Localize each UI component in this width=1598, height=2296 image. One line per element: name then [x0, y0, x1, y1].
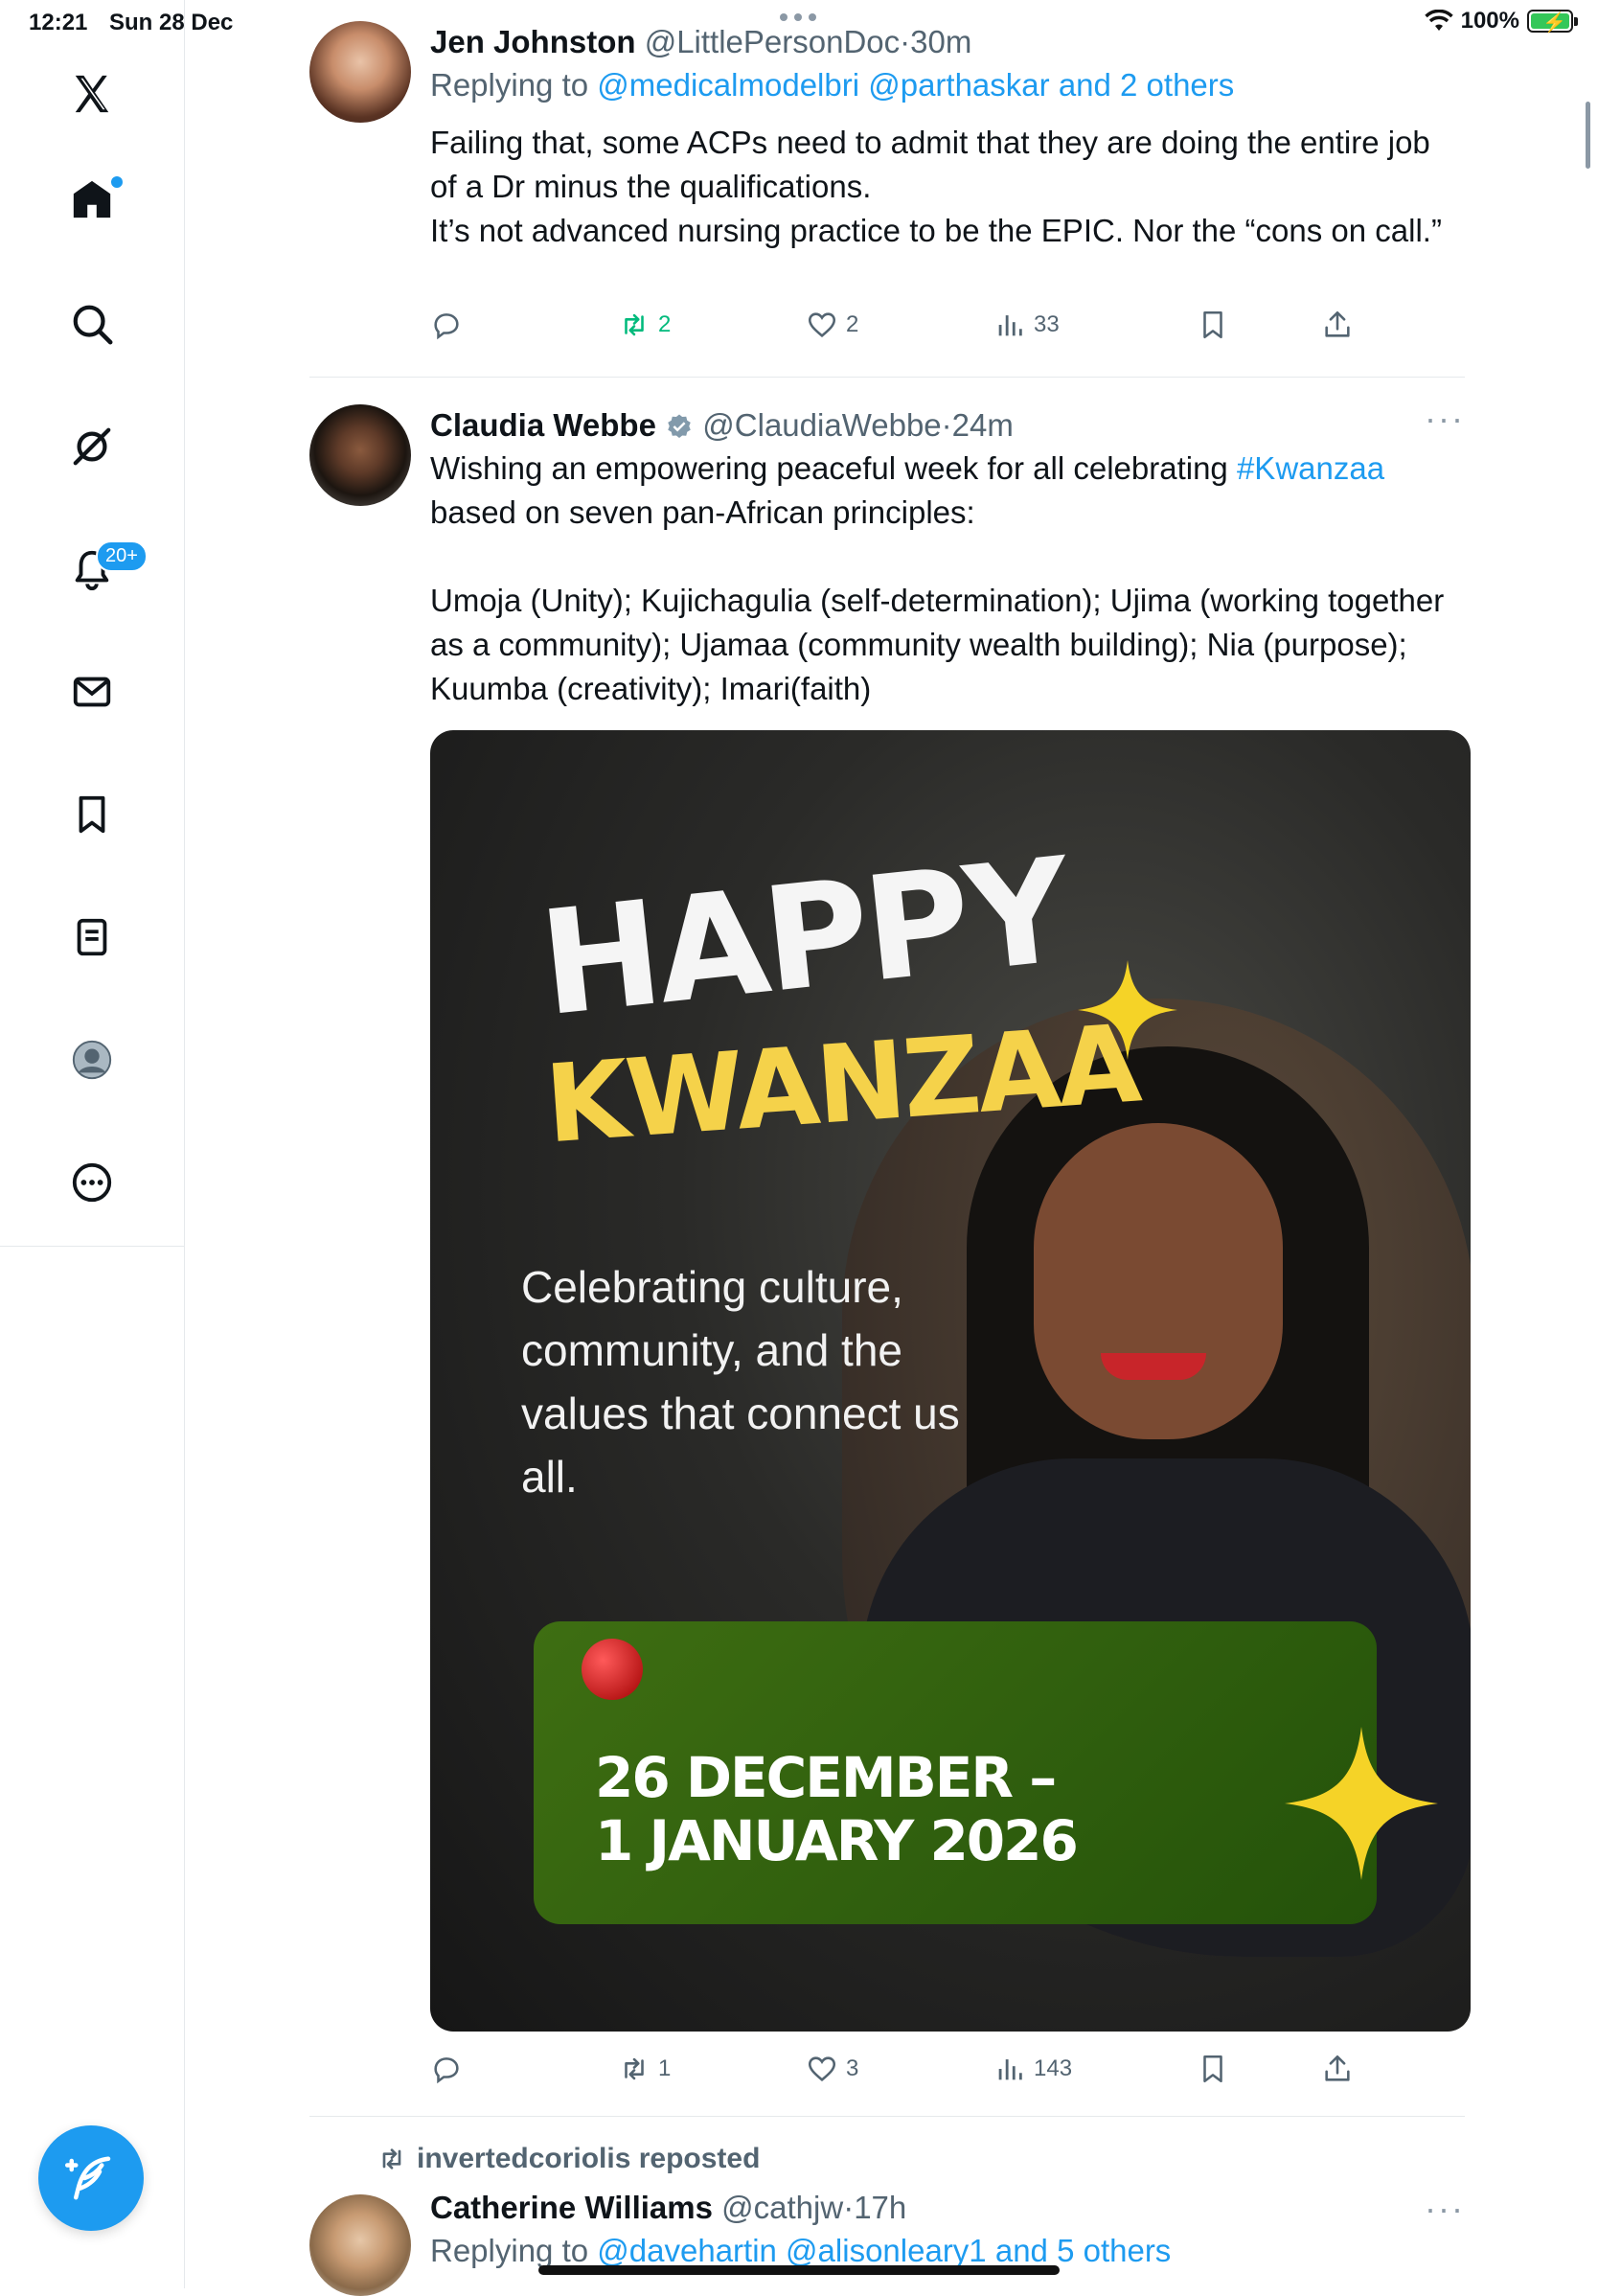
- bookmark-button[interactable]: [1197, 309, 1229, 341]
- tweet-text-principles: Umoja (Unity); Kujichagulia (self-determ…: [430, 583, 1445, 706]
- more-options-icon[interactable]: [54, 1144, 130, 1221]
- repost-icon: [625, 2057, 644, 2080]
- reply-button[interactable]: [430, 2053, 470, 2085]
- verified-badge-icon: [668, 414, 691, 438]
- reply-icon: [434, 313, 459, 340]
- author-handle[interactable]: @LittlePersonDoc: [645, 24, 900, 59]
- compose-feather-icon: [65, 2156, 111, 2200]
- share-icon: [1325, 310, 1350, 337]
- post-time: 30m: [910, 24, 972, 59]
- hashtag-link[interactable]: #Kwanzaa: [1237, 450, 1384, 486]
- repost-count: 2: [658, 311, 672, 337]
- views-count: 143: [1034, 2055, 1073, 2081]
- tweet-header: Jen Johnston @LittlePersonDoc·30m: [430, 24, 972, 59]
- x-logo-icon[interactable]: [54, 56, 130, 132]
- author-handle[interactable]: @ClaudiaWebbe: [702, 407, 941, 443]
- lists-icon[interactable]: [54, 899, 130, 976]
- reply-others-link[interactable]: and 5 others: [995, 2233, 1171, 2268]
- messages-envelope-icon[interactable]: [54, 654, 130, 730]
- author-name[interactable]: Catherine Williams: [430, 2190, 713, 2225]
- reposted-by: invertedcoriolis reposted: [377, 2143, 760, 2175]
- reposted-by-text[interactable]: invertedcoriolis reposted: [417, 2143, 760, 2175]
- heart-icon: [808, 312, 836, 337]
- repost-button[interactable]: 2: [618, 309, 671, 341]
- avatar[interactable]: [309, 404, 411, 506]
- bookmark-icon: [1203, 2055, 1222, 2083]
- date-range: 26 DECEMBER – 1 JANUARY 2026: [595, 1745, 1079, 1873]
- heart-icon: [808, 2056, 836, 2081]
- share-icon: [1325, 2055, 1350, 2081]
- date-line-2: 1 JANUARY 2026: [595, 1808, 1079, 1873]
- author-name[interactable]: Jen Johnston: [430, 24, 636, 59]
- sparkle-star-icon: [1078, 960, 1177, 1060]
- views-button[interactable]: 143: [993, 2053, 1072, 2085]
- tweet-text-part: Wishing an empowering peaceful week for …: [430, 450, 1237, 486]
- like-button[interactable]: 3: [806, 2053, 858, 2085]
- grok-icon[interactable]: [54, 408, 130, 485]
- home-icon[interactable]: [54, 161, 130, 238]
- avatar[interactable]: [309, 2194, 411, 2296]
- author-name[interactable]: Claudia Webbe: [430, 407, 656, 443]
- like-count: 2: [846, 311, 859, 337]
- repost-icon: [382, 2148, 401, 2170]
- tweet-divider: [309, 377, 1465, 378]
- sidebar-divider: [0, 1246, 184, 1247]
- tweet-header: Catherine Williams @cathjw·17h: [430, 2190, 907, 2225]
- like-count: 3: [846, 2055, 859, 2081]
- home-unread-dot: [109, 174, 125, 190]
- sparkle-star-icon: [1285, 1727, 1438, 1880]
- repost-count: 1: [658, 2055, 672, 2081]
- bookmarks-icon[interactable]: [54, 776, 130, 853]
- reply-prefix: Replying to: [430, 67, 589, 103]
- tweet-text: Wishing an empowering peaceful week for …: [430, 447, 1465, 535]
- share-button[interactable]: [1321, 309, 1354, 341]
- repost-button[interactable]: 1: [618, 2053, 671, 2085]
- sidebar-nav: 20+: [0, 0, 185, 2288]
- reply-users-link[interactable]: @medicalmodelbri @parthaskar: [597, 67, 1049, 103]
- scrollbar-thumb[interactable]: [1586, 102, 1590, 169]
- tweet-divider: [309, 2116, 1465, 2117]
- reply-prefix: Replying to: [430, 2233, 589, 2268]
- bookmark-icon: [1203, 310, 1222, 339]
- notifications-bell-icon[interactable]: 20+: [54, 531, 148, 608]
- pushpin-icon: [582, 1639, 643, 1700]
- views-chart-icon: [998, 2059, 1022, 2080]
- share-button[interactable]: [1321, 2053, 1354, 2085]
- replying-to: Replying to @medicalmodelbri @parthaskar…: [430, 63, 1465, 107]
- repost-icon: [625, 313, 644, 336]
- profile-avatar-icon[interactable]: [54, 1022, 130, 1098]
- author-handle[interactable]: @cathjw: [721, 2190, 843, 2225]
- views-count: 33: [1034, 311, 1060, 337]
- notifications-badge: 20+: [96, 540, 148, 572]
- views-chart-icon: [998, 315, 1022, 336]
- avatar[interactable]: [309, 21, 411, 123]
- compose-post-button[interactable]: [38, 2125, 144, 2231]
- battery-icon: ⚡: [1527, 10, 1578, 34]
- search-icon[interactable]: [54, 286, 130, 362]
- tweet-header: Claudia Webbe @ClaudiaWebbe·24m: [430, 407, 1014, 443]
- reply-button[interactable]: [430, 309, 470, 341]
- tweet-actions: 2 2 33: [430, 309, 1465, 356]
- bookmark-button[interactable]: [1197, 2053, 1229, 2085]
- home-indicator[interactable]: [538, 2265, 1060, 2275]
- tweet-text: Failing that, some ACPs need to admit th…: [430, 125, 1442, 248]
- tagline: Celebrating culture, community, and the …: [521, 1262, 960, 1502]
- multitasking-dots-icon[interactable]: [780, 13, 816, 21]
- reply-users-link[interactable]: @davehartin @alisonleary1: [597, 2233, 986, 2268]
- tweet-actions: 1 3 143: [430, 2053, 1465, 2101]
- post-time: 24m: [951, 407, 1014, 443]
- views-button[interactable]: 33: [993, 309, 1060, 341]
- tweet-jen-johnston[interactable]: Jen Johnston @LittlePersonDoc·30m Replyi…: [309, 21, 1465, 366]
- tweet-claudia-webbe[interactable]: ··· Claudia Webbe @ClaudiaWebbe·24m Wish…: [309, 402, 1471, 2091]
- post-time: 17h: [854, 2190, 907, 2225]
- reply-others-link[interactable]: and 2 others: [1059, 67, 1234, 103]
- like-button[interactable]: 2: [806, 309, 858, 341]
- reply-icon: [434, 2057, 459, 2084]
- battery-percent: 100%: [1460, 8, 1519, 34]
- tweet-text-part: based on seven pan-African principles:: [430, 494, 975, 530]
- tweet-image[interactable]: HAPPY KWANZAA Celebrating culture, commu…: [430, 730, 1471, 2032]
- date-line-1: 26 DECEMBER –: [595, 1745, 1057, 1810]
